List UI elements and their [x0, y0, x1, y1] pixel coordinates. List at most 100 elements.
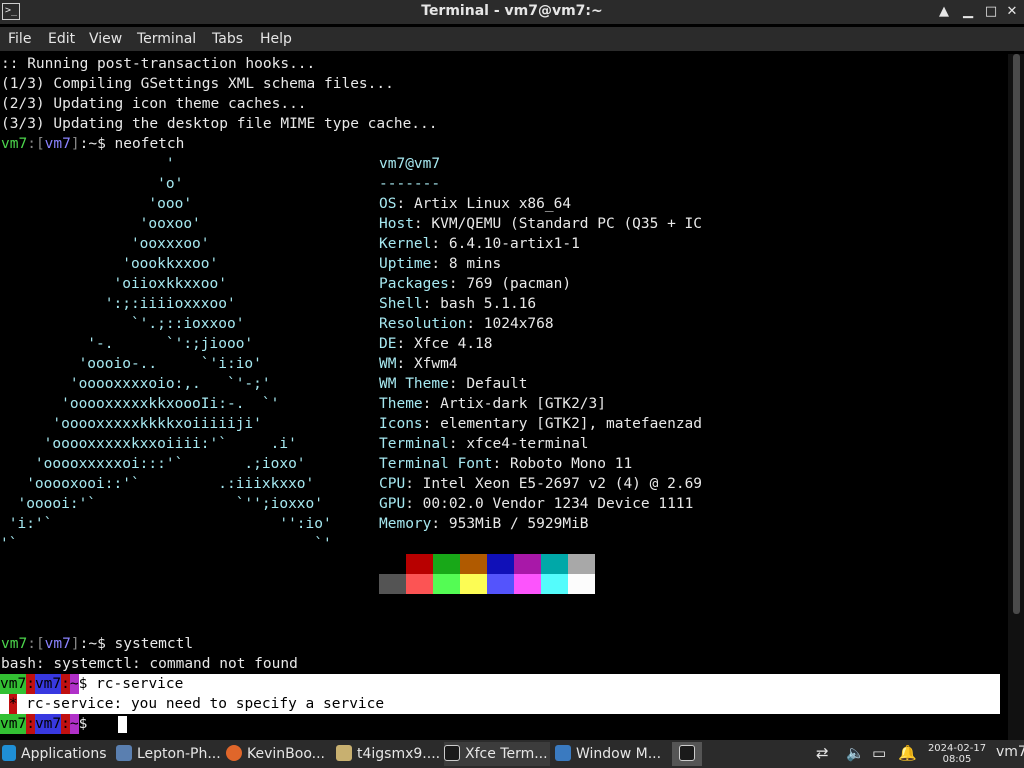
- info-key: Resolution: [379, 316, 467, 332]
- info-separator: :: [431, 236, 449, 252]
- color-swatch: [487, 554, 514, 574]
- clock-time: 08:05: [942, 754, 972, 765]
- info-row: Host: KVM/QEMU (Standard PC (Q35 + IC: [379, 214, 702, 234]
- task-item[interactable]: Window M...: [555, 742, 661, 766]
- menu-terminal[interactable]: Terminal: [137, 31, 196, 47]
- color-swatch: [379, 574, 406, 594]
- clock[interactable]: 2024-02-17 08:05: [922, 743, 992, 765]
- info-value: 8 mins: [448, 256, 502, 272]
- show-desktop-terminal-button[interactable]: [672, 742, 702, 766]
- command-text: neofetch: [114, 136, 185, 152]
- prompt-user: vm7: [1, 636, 28, 652]
- notification-bell-icon[interactable]: 🔔: [898, 744, 917, 762]
- logo-line: 'oiioxkkxxoo': [0, 276, 227, 292]
- user-label[interactable]: vm7: [996, 744, 1024, 760]
- color-swatch: [514, 574, 541, 594]
- menu-edit[interactable]: Edit: [48, 31, 75, 47]
- info-key: Shell: [379, 296, 423, 312]
- window-title: Terminal - vm7@vm7:~: [421, 3, 603, 19]
- info-row: CPU: Intel Xeon E5-2697 v2 (4) @ 2.69: [379, 474, 702, 494]
- output-line: :: Running post-transaction hooks...: [1, 56, 316, 72]
- info-separator: :: [405, 476, 423, 492]
- info-separator: :: [448, 276, 467, 292]
- menu-help[interactable]: Help: [260, 31, 292, 47]
- info-value: 1024x768: [483, 316, 554, 332]
- task-item[interactable]: KevinBoo...: [226, 742, 330, 766]
- info-separator: :: [466, 316, 484, 332]
- info-value: bash 5.1.16: [440, 296, 537, 312]
- applications-menu-button[interactable]: Applications: [2, 742, 110, 766]
- prompt-colon: :: [27, 636, 36, 652]
- command-text: rc-service: [96, 676, 184, 692]
- info-value: Intel Xeon E5-2697 v2 (4) @ 2.69: [422, 476, 703, 492]
- logo-line: 'ooxoo': [0, 216, 201, 232]
- info-value: Artix Linux x86_64: [413, 196, 572, 212]
- task-label: Xfce Term...: [465, 746, 548, 762]
- neofetch-header: vm7@vm7: [379, 156, 441, 172]
- info-key: Terminal Font: [379, 456, 493, 472]
- text-cursor: [118, 716, 127, 733]
- info-value: Artix-dark [GTK2/3]: [440, 396, 606, 412]
- menu-file[interactable]: File: [8, 31, 31, 47]
- applications-label: Applications: [21, 746, 107, 762]
- output-line: (2/3) Updating icon theme caches...: [1, 96, 307, 112]
- info-value: Xfce 4.18: [413, 336, 493, 352]
- logo-line: 'ooooi:'` `'';ioxxo': [0, 496, 324, 512]
- error-line: * rc-service: you need to specify a serv…: [0, 694, 384, 714]
- info-separator: :: [422, 296, 441, 312]
- maximize-button[interactable]: □: [981, 2, 1001, 22]
- color-swatch: [433, 574, 460, 594]
- info-key: WM Theme: [379, 376, 449, 392]
- scroll-thumb[interactable]: [1013, 54, 1020, 614]
- prompt-colon: :: [27, 136, 36, 152]
- color-swatch: [568, 574, 595, 594]
- folder-icon: [336, 745, 352, 761]
- menu-tabs[interactable]: Tabs: [212, 31, 243, 47]
- info-value: KVM/QEMU (Standard PC (Q35 + IC: [431, 216, 703, 232]
- logo-line: `'.;::ioxxoo': [0, 316, 245, 332]
- battery-icon[interactable]: ▭: [872, 744, 886, 762]
- info-row: Resolution: 1024x768: [379, 314, 554, 334]
- terminal-icon: [679, 745, 695, 761]
- minimize-icon-button[interactable]: ▁: [958, 2, 978, 22]
- output-line: (3/3) Updating the desktop file MIME typ…: [1, 116, 438, 132]
- info-key: Terminal: [379, 436, 449, 452]
- minimize-button[interactable]: ▲: [934, 2, 954, 22]
- info-value: 00:02.0 Vendor 1234 Device 1111: [422, 496, 694, 512]
- output-line: (1/3) Compiling GSettings XML schema fil…: [1, 76, 394, 92]
- info-separator: :: [448, 436, 467, 452]
- prompt-line: vm7:vm7:~$: [0, 714, 97, 734]
- menu-view[interactable]: View: [89, 31, 122, 47]
- task-item[interactable]: Lepton-Ph...: [116, 742, 220, 766]
- terminal-output[interactable]: :: Running post-transaction hooks... (1/…: [0, 54, 1008, 740]
- prompt-host: vm7: [44, 136, 71, 152]
- color-swatch: [460, 554, 487, 574]
- logo-line: ':;:iiiioxxxoo': [0, 296, 236, 312]
- color-swatch: [460, 574, 487, 594]
- task-label: t4igsmx9....: [357, 746, 440, 762]
- close-button[interactable]: ✕: [1002, 2, 1022, 22]
- title-bar[interactable]: >_ Terminal - vm7@vm7:~ ▲ ▁ □ ✕: [0, 0, 1024, 24]
- network-icon[interactable]: ⇄: [816, 744, 829, 762]
- taskbar: Applications Lepton-Ph... KevinBoo... t4…: [0, 740, 1024, 768]
- info-row: Icons: elementary [GTK2], matefaenzad: [379, 414, 702, 434]
- prompt-line: vm7:[vm7]:~$ neofetch: [1, 136, 185, 152]
- info-separator: :: [396, 196, 414, 212]
- info-row: Terminal Font: Roboto Mono 11: [379, 454, 632, 474]
- logo-line: 'i:'` '':io': [0, 516, 332, 532]
- info-row: WM Theme: Default: [379, 374, 527, 394]
- error-text: rc-service: you need to specify a servic…: [17, 696, 385, 712]
- color-swatch: [379, 554, 406, 574]
- info-value: Xfwm4: [413, 356, 458, 372]
- task-item-active[interactable]: Xfce Term...: [444, 742, 550, 766]
- volume-icon[interactable]: 🔈: [846, 744, 865, 762]
- info-value: 6.4.10-artix1-1: [448, 236, 580, 252]
- task-item[interactable]: t4igsmx9....: [336, 742, 440, 766]
- logo-line: '` `': [0, 536, 332, 552]
- color-swatch: [406, 554, 433, 574]
- prompt-host: vm7: [34, 714, 62, 734]
- info-row: Uptime: 8 mins: [379, 254, 501, 274]
- scrollbar[interactable]: [1008, 54, 1024, 740]
- prompt-line: vm7:[vm7]:~$ systemctl: [1, 636, 194, 652]
- window-icon: [116, 745, 132, 761]
